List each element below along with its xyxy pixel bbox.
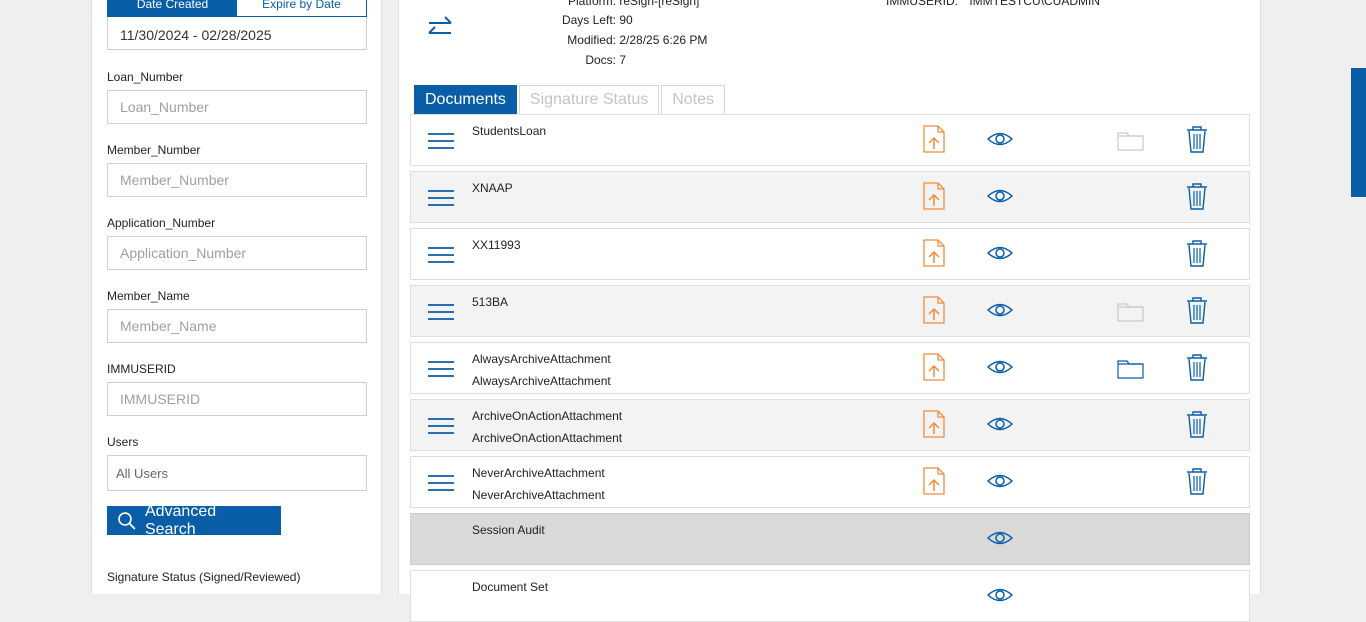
document-row: NeverArchiveAttachment NeverArchiveAttac… xyxy=(410,456,1250,508)
tab-documents[interactable]: Documents xyxy=(414,85,517,115)
drag-handle-icon[interactable] xyxy=(428,360,454,378)
drag-handle-icon[interactable] xyxy=(428,417,454,435)
users-label: Users xyxy=(107,435,139,449)
immuserid-line: IMMUSERID: IMMTESTCU\CUADMIN xyxy=(886,0,1100,8)
upload-icon[interactable] xyxy=(923,125,945,153)
docs-value: 7 xyxy=(619,53,627,67)
document-name: ArchiveOnActionAttachment xyxy=(472,409,623,423)
docs-line: Docs: 7 xyxy=(549,53,626,67)
trash-icon[interactable] xyxy=(1186,353,1208,381)
days-left-value: 90 xyxy=(619,13,633,27)
immuserid-key: IMMUSERID: xyxy=(886,0,958,8)
document-row: 513BA xyxy=(410,285,1250,337)
detail-tabs: Documents Signature Status Notes xyxy=(414,85,726,115)
member-name-label: Member_Name xyxy=(107,289,190,303)
document-row: ArchiveOnActionAttachment ArchiveOnActio… xyxy=(410,399,1250,451)
immuserid-label: IMMUSERID xyxy=(107,362,176,376)
loan-number-label: Loan_Number xyxy=(107,70,184,84)
eye-icon[interactable] xyxy=(987,415,1013,433)
session-audit-label: Session Audit xyxy=(472,523,545,537)
date-range-field[interactable]: 11/30/2024 - 02/28/2025 xyxy=(107,17,367,50)
eye-icon[interactable] xyxy=(987,187,1013,205)
member-name-input[interactable] xyxy=(107,309,367,343)
document-subtitle: ArchiveOnActionAttachment xyxy=(472,431,623,445)
days-left-line: Days Left: 90 xyxy=(549,13,633,27)
immuserid-value: IMMTESTCU\CUADMIN xyxy=(969,0,1101,8)
document-name: 513BA xyxy=(472,295,509,309)
eye-icon[interactable] xyxy=(987,244,1013,262)
docs-key: Docs: xyxy=(585,53,616,67)
trash-icon[interactable] xyxy=(1186,182,1208,210)
drag-handle-icon[interactable] xyxy=(428,132,454,150)
folder-icon[interactable] xyxy=(1117,300,1144,322)
trash-icon[interactable] xyxy=(1186,296,1208,324)
document-name: XNAAP xyxy=(472,181,513,195)
swap-arrows-icon[interactable] xyxy=(425,14,455,40)
trash-icon[interactable] xyxy=(1186,410,1208,438)
days-left-key: Days Left: xyxy=(561,13,616,27)
upload-icon[interactable] xyxy=(923,410,945,438)
document-subtitle: AlwaysArchiveAttachment xyxy=(472,374,611,388)
advanced-search-label: Advanced Search xyxy=(144,502,217,538)
document-row: AlwaysArchiveAttachment AlwaysArchiveAtt… xyxy=(410,342,1250,394)
application-number-label: Application_Number xyxy=(107,216,216,230)
upload-icon[interactable] xyxy=(923,182,945,210)
member-number-input[interactable] xyxy=(107,163,367,197)
signature-status-label: Signature Status (Signed/Reviewed) xyxy=(107,570,301,584)
modified-line: Modified: 2/28/25 6:26 PM xyxy=(549,33,707,47)
upload-icon[interactable] xyxy=(923,353,945,381)
tab-expire-by-date[interactable]: Expire by Date xyxy=(237,0,366,16)
modified-key: Modified: xyxy=(567,33,616,47)
upload-icon[interactable] xyxy=(923,239,945,267)
document-name: NeverArchiveAttachment xyxy=(472,466,605,480)
date-filter-tabs: Date Created Expire by Date xyxy=(107,0,367,17)
eye-icon[interactable] xyxy=(987,472,1013,490)
search-icon xyxy=(118,511,136,530)
folder-icon[interactable] xyxy=(1117,357,1144,379)
document-row: XX11993 xyxy=(410,228,1250,280)
document-name: StudentsLoan xyxy=(472,124,547,138)
document-name: XX11993 xyxy=(472,238,521,252)
upload-icon[interactable] xyxy=(923,467,945,495)
users-select[interactable]: All Users xyxy=(107,455,367,491)
document-set-row: Document Set xyxy=(410,570,1250,622)
trash-icon[interactable] xyxy=(1186,239,1208,267)
eye-icon[interactable] xyxy=(987,130,1013,148)
tab-signature-status[interactable]: Signature Status xyxy=(518,85,660,115)
scrollbar-thumb[interactable] xyxy=(1351,68,1366,197)
tab-date-created[interactable]: Date Created xyxy=(108,0,237,16)
loan-number-input[interactable] xyxy=(107,90,367,124)
drag-handle-icon[interactable] xyxy=(428,474,454,492)
immuserid-input[interactable] xyxy=(107,382,367,416)
platform-key: Platform: xyxy=(567,0,616,8)
modified-value: 2/28/25 6:26 PM xyxy=(619,33,708,47)
platform-line: Platform: reSign-[reSign] xyxy=(549,0,699,8)
search-panel: Date Created Expire by Date 11/30/2024 -… xyxy=(91,0,382,594)
document-row: XNAAP xyxy=(410,171,1250,223)
drag-handle-icon[interactable] xyxy=(428,189,454,207)
eye-icon[interactable] xyxy=(987,301,1013,319)
document-name: AlwaysArchiveAttachment xyxy=(472,352,611,366)
document-row: StudentsLoan xyxy=(410,114,1250,166)
eye-icon[interactable] xyxy=(987,358,1013,376)
member-number-label: Member_Number xyxy=(107,143,201,157)
upload-icon[interactable] xyxy=(923,296,945,324)
session-audit-row: Session Audit xyxy=(410,513,1250,565)
document-set-label: Document Set xyxy=(472,580,549,594)
package-detail-panel: Platform: reSign-[reSign] Days Left: 90 … xyxy=(398,0,1261,622)
tab-notes[interactable]: Notes xyxy=(661,85,726,115)
trash-icon[interactable] xyxy=(1186,125,1208,153)
folder-icon[interactable] xyxy=(1117,129,1144,151)
drag-handle-icon[interactable] xyxy=(428,246,454,264)
drag-handle-icon[interactable] xyxy=(428,303,454,321)
document-subtitle: NeverArchiveAttachment xyxy=(472,488,605,502)
advanced-search-button[interactable]: Advanced Search xyxy=(107,503,281,538)
trash-icon[interactable] xyxy=(1186,467,1208,495)
platform-value: reSign-[reSign] xyxy=(619,0,700,8)
eye-icon[interactable] xyxy=(987,529,1013,547)
application-number-input[interactable] xyxy=(107,236,367,270)
